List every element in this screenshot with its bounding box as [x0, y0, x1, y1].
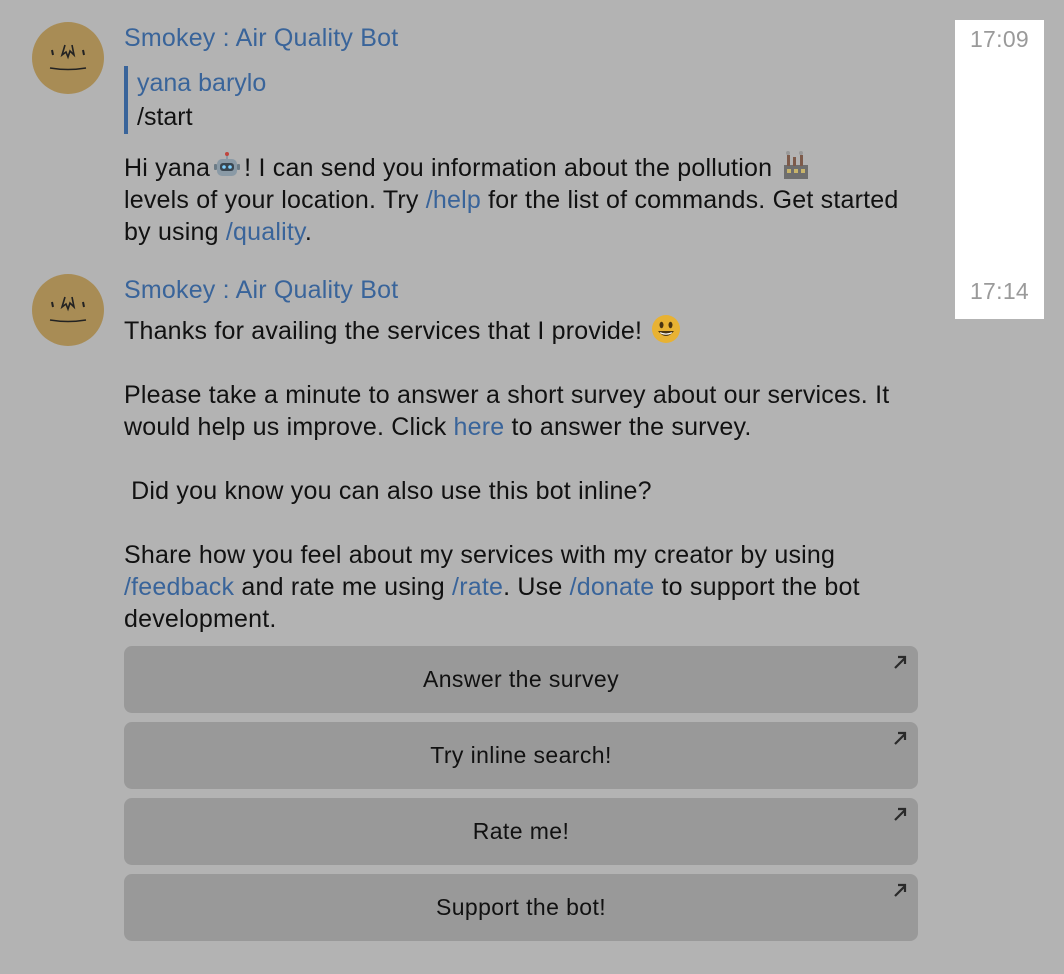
try-inline-search-button[interactable]: Try inline search!: [124, 722, 918, 789]
button-label: Try inline search!: [430, 742, 612, 768]
sender-name[interactable]: Smokey : Air Quality Bot: [124, 24, 398, 53]
message-time: 17:09: [969, 26, 1030, 52]
factory-emoji-icon: [781, 151, 811, 181]
text-span: ! I can send you information about the p…: [244, 154, 780, 182]
feedback-command-link[interactable]: /feedback: [124, 573, 234, 601]
sender-name[interactable]: Smokey : Air Quality Bot: [124, 276, 398, 305]
smokey-face-icon: [49, 296, 87, 323]
button-label: Rate me!: [472, 818, 570, 844]
button-label: Support the bot!: [435, 894, 607, 920]
bot-avatar[interactable]: [32, 274, 104, 346]
timestamp-panel: 17:09 17:14: [955, 20, 1044, 319]
chat-history: 17:09 17:14 Smokey : Air Quality Bot yan…: [0, 0, 1064, 974]
text-span: Did you know you can also use this bot i…: [124, 477, 652, 505]
text-span: and rate me using: [234, 573, 453, 601]
rate-me-button[interactable]: Rate me!: [124, 798, 918, 865]
message-time: 17:14: [969, 278, 1030, 304]
quality-command-link[interactable]: /quality: [226, 218, 305, 246]
reply-author: yana barylo: [137, 69, 267, 97]
text-span: .: [304, 218, 312, 246]
reply-quote[interactable]: yana barylo /start: [124, 66, 266, 134]
text-span: Share how you feel about my services wit…: [124, 541, 843, 569]
answer-survey-button[interactable]: Answer the survey: [124, 646, 918, 713]
text-span: to answer the survey.: [504, 413, 752, 441]
message-text: Hi yana ! I can send you information abou…: [124, 151, 924, 248]
text-span: . Use: [503, 573, 570, 601]
help-command-link[interactable]: /help: [426, 186, 481, 214]
external-link-arrow-icon: [892, 654, 908, 670]
survey-here-link[interactable]: here: [454, 413, 505, 441]
text-span: Thanks for availing the services that I …: [124, 317, 650, 345]
smokey-face-icon: [49, 44, 87, 71]
button-label: Answer the survey: [423, 666, 619, 692]
smiley-emoji-icon: [651, 314, 681, 344]
external-link-arrow-icon: [892, 730, 908, 746]
external-link-arrow-icon: [892, 806, 908, 822]
support-bot-button[interactable]: Support the bot!: [124, 874, 918, 941]
external-link-arrow-icon: [892, 882, 908, 898]
text-span: levels of your location. Try: [124, 186, 426, 214]
rate-command-link[interactable]: /rate: [452, 573, 503, 601]
message-text: Thanks for availing the services that I …: [124, 314, 924, 635]
inline-keyboard: Answer the survey Try inline search! Rat…: [124, 646, 918, 950]
donate-command-link[interactable]: /donate: [570, 573, 655, 601]
robot-emoji-icon: [212, 151, 242, 181]
text-span: Hi yana: [124, 154, 211, 182]
reply-text: /start: [137, 103, 193, 131]
bot-avatar[interactable]: [32, 22, 104, 94]
